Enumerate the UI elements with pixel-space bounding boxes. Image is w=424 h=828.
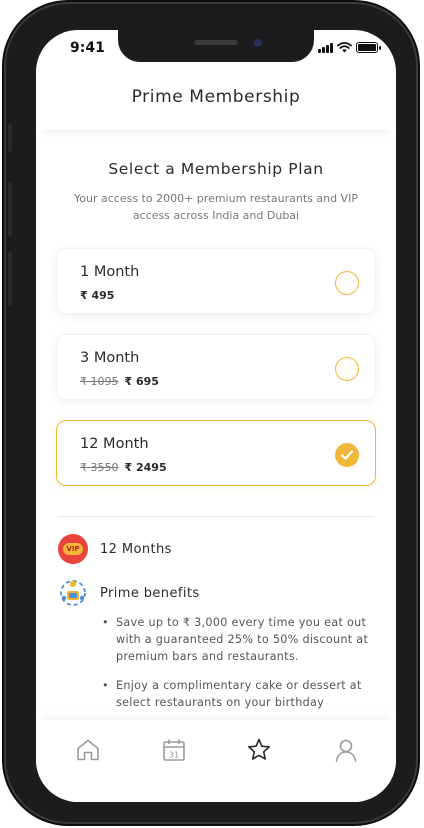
wifi-icon xyxy=(337,42,352,53)
volume-up-button xyxy=(8,182,12,236)
content-scroll-area[interactable]: Select a Membership Plan Your access to … xyxy=(36,130,396,720)
plan-option-3-month[interactable]: 3 Month ₹ 1095 ₹ 695 xyxy=(56,334,376,400)
app-header: Prime Membership xyxy=(36,64,396,130)
plan-option-12-month[interactable]: 12 Month ₹ 3550 ₹ 2495 xyxy=(56,420,376,486)
plan-price-row: ₹ 3550 ₹ 2495 xyxy=(80,461,167,474)
volume-down-button xyxy=(8,252,12,306)
prime-benefits-header: Prime benefits xyxy=(58,578,200,608)
mute-switch xyxy=(8,124,12,152)
star-icon xyxy=(248,738,270,760)
tab-profile[interactable] xyxy=(332,736,360,764)
section-divider xyxy=(58,516,374,517)
signal-icon xyxy=(318,42,333,53)
benefit-item: Enjoy a complimentary cake or dessert at… xyxy=(102,677,372,711)
plan-name: 3 Month xyxy=(80,350,140,366)
status-time: 9:41 xyxy=(70,40,105,56)
plan-old-price: ₹ 3550 xyxy=(80,461,119,474)
home-icon xyxy=(77,739,99,761)
phone-frame: 9:41 Prime Membership Select a Membershi… xyxy=(6,4,416,822)
membership-duration-row: VIP 12 Months xyxy=(58,534,172,564)
vip-badge-text: VIP xyxy=(63,543,83,555)
tab-prime[interactable] xyxy=(245,736,273,764)
screen: 9:41 Prime Membership Select a Membershi… xyxy=(36,30,396,802)
benefits-icon xyxy=(60,580,86,606)
plan-price: ₹ 2495 xyxy=(124,461,167,474)
plan-price-row: ₹ 1095 ₹ 695 xyxy=(80,375,159,388)
vip-badge-icon: VIP xyxy=(58,534,88,564)
calendar-icon: 31 xyxy=(163,739,185,761)
plan-radio-checked[interactable] xyxy=(335,443,359,467)
bottom-tab-bar: 31 xyxy=(36,720,396,802)
speaker xyxy=(194,40,238,45)
plans-section-subtitle: Your access to 2000+ premium restaurants… xyxy=(74,192,358,222)
plan-radio[interactable] xyxy=(335,357,359,381)
benefit-item: Save up to ₹ 3,000 every time you eat ou… xyxy=(102,614,372,665)
plan-old-price: ₹ 1095 xyxy=(80,375,119,388)
plan-name: 12 Month xyxy=(80,436,149,452)
page-title: Prime Membership xyxy=(131,87,301,107)
plan-price-row: ₹ 495 xyxy=(80,289,114,302)
tab-reservations[interactable]: 31 xyxy=(160,736,188,764)
plan-name: 1 Month xyxy=(80,264,140,280)
plan-radio[interactable] xyxy=(335,271,359,295)
benefits-list: Save up to ₹ 3,000 every time you eat ou… xyxy=(102,614,372,720)
status-icons xyxy=(318,42,381,53)
tab-home[interactable] xyxy=(74,736,102,764)
plan-option-1-month[interactable]: 1 Month ₹ 495 xyxy=(56,248,376,314)
front-camera xyxy=(254,39,262,47)
profile-icon xyxy=(335,739,357,762)
plan-price: ₹ 495 xyxy=(80,289,115,302)
notch xyxy=(118,30,314,62)
battery-icon xyxy=(356,42,381,53)
plan-price: ₹ 695 xyxy=(124,375,159,388)
calendar-day-text: 31 xyxy=(169,751,179,760)
checkmark-icon xyxy=(340,450,354,460)
membership-duration-label: 12 Months xyxy=(100,541,172,557)
plans-section-title: Select a Membership Plan xyxy=(108,160,324,178)
prime-benefits-title: Prime benefits xyxy=(100,585,200,601)
